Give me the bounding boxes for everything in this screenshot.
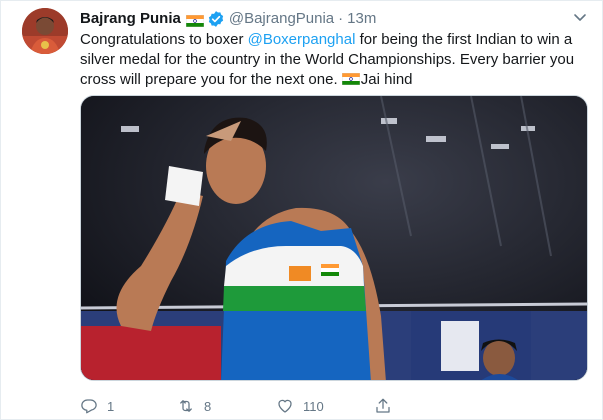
tweet-card[interactable]: Bajrang Punia @BajrangPunia · 13m Congra… [0, 0, 603, 420]
like-button[interactable]: 110 [276, 397, 324, 415]
tweet-photo[interactable] [80, 95, 588, 381]
like-count: 110 [303, 398, 324, 414]
retweet-count: 8 [204, 398, 212, 414]
chevron-down-icon[interactable] [572, 9, 588, 25]
mention-link[interactable]: @Boxerpanghal [248, 31, 356, 48]
share-icon [376, 398, 390, 413]
tweet-text-part: Congratulations to boxer [80, 31, 248, 48]
share-button[interactable] [374, 397, 401, 415]
tweet-header: Bajrang Punia @BajrangPunia · 13m [80, 9, 376, 29]
india-flag-icon [341, 72, 361, 86]
author-handle[interactable]: @BajrangPunia [229, 9, 334, 29]
tweet-actions: 1 8 110 [80, 397, 500, 417]
heart-icon [278, 399, 292, 413]
separator-dot: · [338, 10, 344, 27]
verified-badge-icon [207, 10, 225, 28]
tweet-text-part: Jai hind [360, 71, 413, 88]
author-name[interactable]: Bajrang Punia [80, 9, 181, 29]
avatar[interactable] [22, 8, 68, 54]
retweet-button[interactable]: 8 [177, 397, 211, 415]
reply-icon [81, 399, 97, 414]
reply-count: 1 [107, 398, 115, 414]
india-flag-icon [185, 13, 205, 28]
tweet-timestamp[interactable]: 13m [347, 9, 376, 29]
tweet-text: Congratulations to boxer @Boxerpanghal f… [80, 30, 590, 90]
retweet-icon [180, 400, 192, 412]
reply-button[interactable]: 1 [80, 397, 114, 415]
